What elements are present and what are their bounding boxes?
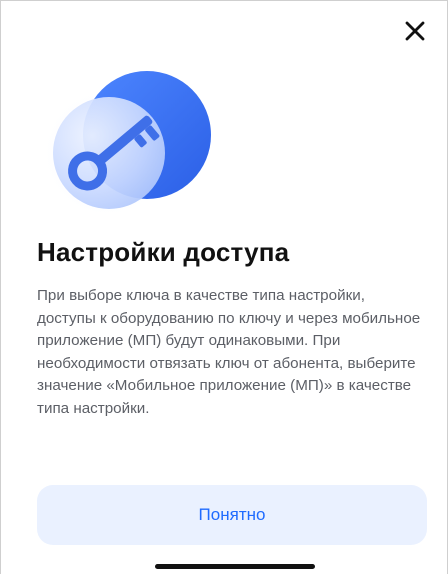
- key-illustration: [41, 71, 211, 219]
- home-indicator: [155, 564, 315, 569]
- close-button[interactable]: [399, 15, 431, 47]
- confirm-button[interactable]: Понятно: [37, 485, 427, 545]
- dialog-title: Настройки доступа: [37, 237, 290, 267]
- dialog-description: При выборе ключа в качестве типа настрой…: [37, 287, 421, 417]
- close-icon: [405, 21, 425, 41]
- access-settings-sheet: Настройки доступа При выборе ключа в кач…: [0, 0, 448, 574]
